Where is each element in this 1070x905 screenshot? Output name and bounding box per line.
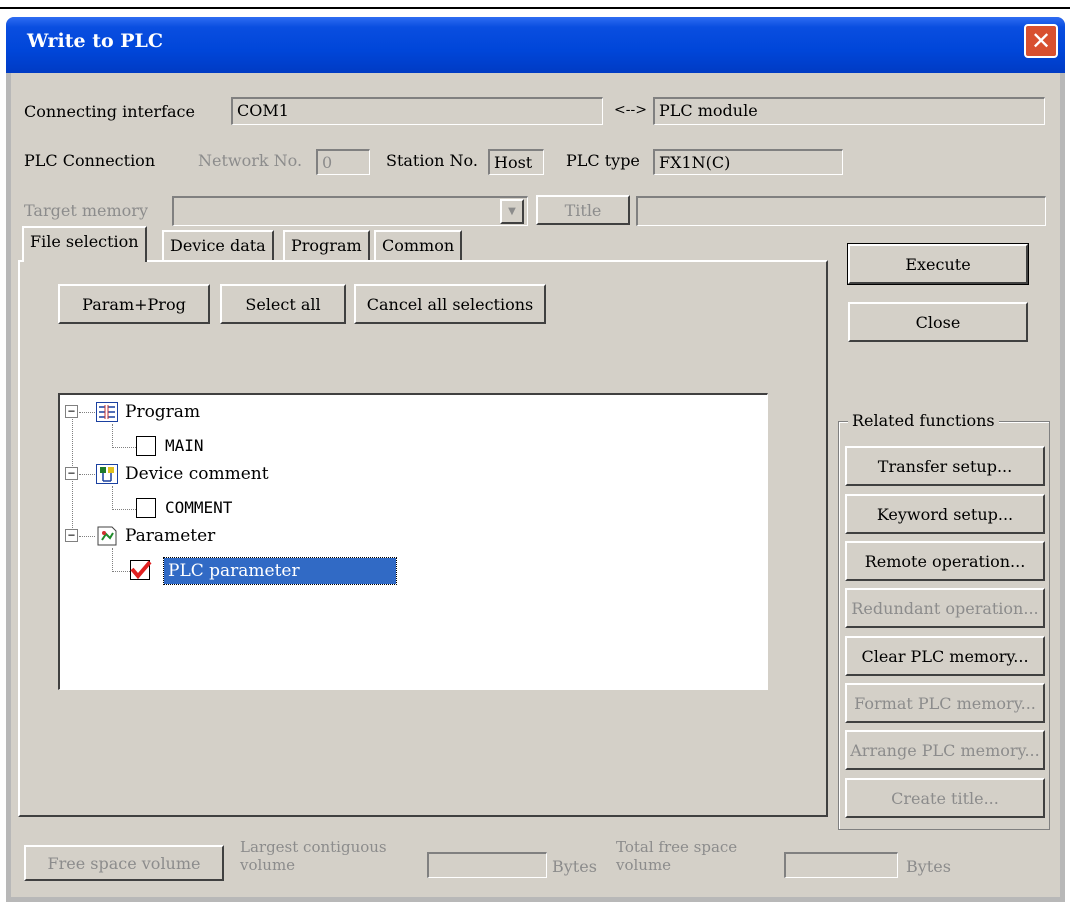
target-memory-dropdown-button[interactable]: ▼	[500, 199, 524, 224]
total-free-space-field	[784, 852, 898, 878]
connection-arrow: <-->	[614, 102, 647, 118]
tree-node-comment[interactable]: COMMENT	[165, 498, 232, 517]
remote-operation-button[interactable]: Remote operation...	[845, 541, 1045, 581]
tree-line	[112, 486, 113, 510]
dialog-title: Write to PLC	[27, 30, 164, 52]
comment-checkbox[interactable]	[136, 498, 156, 518]
bytes-label-2: Bytes	[906, 857, 951, 876]
total-free-space-label-line1: Total free space	[616, 838, 738, 856]
parameter-icon	[96, 526, 118, 546]
top-border-line	[0, 7, 1070, 9]
tree-line	[112, 424, 113, 448]
format-plc-memory-button[interactable]: Format PLC memory...	[845, 683, 1045, 723]
param-prog-button[interactable]: Param+Prog	[58, 284, 210, 324]
arrange-plc-memory-button[interactable]: Arrange PLC memory...	[845, 730, 1045, 770]
tree-node-device-comment[interactable]: Device comment	[125, 464, 269, 484]
target-module-field: PLC module	[653, 97, 1045, 125]
close-window-button[interactable]: ✕	[1024, 24, 1058, 58]
tree-line	[112, 548, 113, 572]
select-all-button[interactable]: Select all	[220, 284, 346, 324]
program-icon	[96, 402, 118, 422]
tree-node-program[interactable]: Program	[125, 402, 200, 422]
chevron-down-icon: ▼	[508, 206, 516, 217]
create-title-button[interactable]: Create title...	[845, 778, 1045, 818]
tree-line	[112, 447, 136, 448]
tab-file-selection[interactable]: File selection	[22, 226, 147, 262]
tree-node-main[interactable]: MAIN	[165, 436, 204, 455]
plc-type-field: FX1N(C)	[653, 149, 843, 175]
largest-contiguous-label-line1: Largest contiguous	[240, 838, 387, 856]
tab-common[interactable]: Common	[374, 230, 463, 260]
tab-device-data[interactable]: Device data	[162, 230, 274, 260]
device-comment-icon	[96, 464, 118, 484]
connecting-interface-label: Connecting interface	[24, 102, 195, 121]
tab-program[interactable]: Program	[283, 230, 370, 260]
station-no-field: Host	[488, 149, 544, 175]
tree-line	[79, 474, 95, 475]
cancel-all-selections-button[interactable]: Cancel all selections	[354, 284, 546, 324]
free-space-volume-button[interactable]: Free space volume	[24, 845, 224, 881]
execute-button[interactable]: Execute	[847, 243, 1029, 285]
close-icon: ✕	[1030, 27, 1052, 55]
plc-connection-label: PLC Connection	[24, 151, 156, 170]
collapse-icon[interactable]: −	[65, 529, 78, 542]
close-button[interactable]: Close	[848, 302, 1028, 342]
transfer-setup-button[interactable]: Transfer setup...	[845, 446, 1045, 486]
tree-line	[79, 536, 95, 537]
network-no-field: 0	[316, 149, 370, 175]
title-bar[interactable]	[6, 17, 1065, 73]
tree-node-parameter[interactable]: Parameter	[125, 526, 215, 546]
bytes-label-1: Bytes	[552, 857, 597, 876]
station-no-label: Station No.	[386, 151, 478, 170]
plc-parameter-checkbox[interactable]	[130, 560, 152, 580]
plc-type-label: PLC type	[566, 151, 640, 170]
check-icon	[130, 560, 152, 580]
main-checkbox[interactable]	[136, 436, 156, 456]
target-memory-select[interactable]	[172, 196, 528, 226]
total-free-space-label-line2: volume	[616, 856, 672, 874]
title-button[interactable]: Title	[536, 195, 630, 225]
related-functions-label: Related functions	[848, 411, 999, 430]
tree-line	[112, 509, 136, 510]
tree-line	[112, 571, 130, 572]
largest-contiguous-label-line2: volume	[240, 856, 296, 874]
total-free-space-label: Total free space volume	[616, 838, 737, 874]
connecting-interface-field: COM1	[231, 97, 603, 125]
keyword-setup-button[interactable]: Keyword setup...	[845, 494, 1045, 534]
target-memory-label: Target memory	[24, 201, 148, 220]
tree-line	[79, 412, 95, 413]
title-field	[636, 196, 1046, 226]
redundant-operation-button[interactable]: Redundant operation...	[845, 588, 1045, 628]
largest-contiguous-label: Largest contiguous volume	[240, 838, 387, 874]
largest-contiguous-field	[427, 852, 547, 878]
network-no-label: Network No.	[198, 151, 303, 170]
collapse-icon[interactable]: −	[65, 467, 78, 480]
collapse-icon[interactable]: −	[65, 405, 78, 418]
clear-plc-memory-button[interactable]: Clear PLC memory...	[845, 636, 1045, 676]
tree-node-plc-parameter[interactable]: PLC parameter	[163, 557, 397, 585]
